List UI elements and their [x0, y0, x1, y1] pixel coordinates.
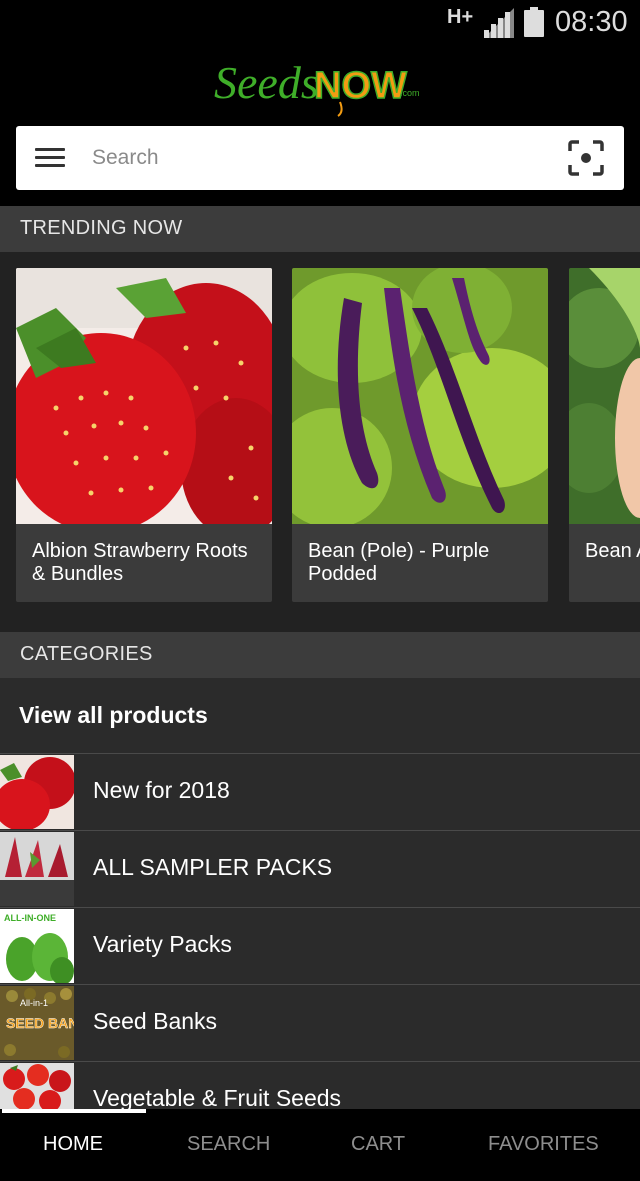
trending-card[interactable]: Bean (Pole) - Purple Podded [292, 268, 548, 602]
category-thumbnail: ALL-IN-ONE [0, 909, 74, 983]
svg-text:ALL-IN-ONE: ALL-IN-ONE [4, 913, 56, 923]
nav-favorites[interactable]: FAVORITES [488, 1133, 599, 1156]
category-label: New for 2018 [93, 777, 230, 803]
trending-header-label: TRENDING NOW [20, 217, 183, 239]
trending-card-title: Bean AGUA [585, 540, 640, 562]
nav-cart[interactable]: CART [351, 1133, 405, 1156]
svg-text:All-in-1: All-in-1 [20, 998, 48, 1008]
trending-card-title: Albion Strawberry Roots & Bundles [32, 540, 248, 585]
app-logo: Seeds NOW .com [0, 52, 640, 120]
trending-header: TRENDING NOW [0, 206, 640, 252]
category-thumbnail: All-in-1 SEED BANKS [0, 986, 74, 1060]
nav-search[interactable]: SEARCH [187, 1133, 270, 1156]
menu-icon[interactable] [35, 148, 65, 168]
category-item[interactable]: All-in-1 SEED BANKS Seed Banks [0, 985, 640, 1062]
svg-text:SEED BANKS: SEED BANKS [6, 1015, 74, 1031]
clock: 08:30 [555, 6, 628, 38]
category-item[interactable]: ALL-IN-ONE Variety Packs [0, 908, 640, 985]
category-thumbnail [0, 755, 74, 829]
category-label: Seed Banks [93, 1008, 218, 1034]
search-input[interactable] [92, 138, 532, 178]
categories-header-label: CATEGORIES [20, 643, 153, 665]
logo-suffix-text: .com [400, 88, 420, 98]
scan-icon[interactable] [568, 140, 604, 176]
signal-icon [484, 8, 514, 38]
active-tab-indicator [2, 1109, 146, 1113]
trending-card[interactable]: Bean AGUA [569, 268, 640, 602]
purple-bean-image [292, 268, 548, 524]
logo-now-text: NOW [314, 65, 407, 107]
category-label: Variety Packs [93, 931, 232, 957]
view-all-label: View all products [19, 702, 208, 728]
category-item[interactable]: ALL SAMPLER PACKS [0, 831, 640, 908]
categories-header: CATEGORIES [0, 632, 640, 678]
search-bar [16, 126, 624, 190]
network-type: H+ [447, 6, 474, 28]
category-item[interactable]: New for 2018 [0, 754, 640, 831]
category-thumbnail [0, 832, 74, 906]
trending-card[interactable]: Albion Strawberry Roots & Bundles [16, 268, 272, 602]
trending-card-title: Bean (Pole) - Purple Podded [308, 540, 490, 585]
category-label: ALL SAMPLER PACKS [93, 854, 333, 880]
logo-seeds-text: Seeds [214, 57, 319, 108]
battery-icon [524, 7, 544, 37]
view-all-products[interactable]: View all products [0, 678, 640, 754]
strawberry-image [16, 268, 272, 524]
bottom-nav: HOME SEARCH CART FAVORITES [0, 1109, 640, 1181]
status-bar: H+ 08:30 [0, 0, 640, 48]
category-label: Vegetable & Fruit Seeds [93, 1085, 342, 1111]
nav-home[interactable]: HOME [43, 1133, 103, 1156]
trending-carousel[interactable]: Albion Strawberry Roots & Bundles Bean (… [0, 252, 640, 632]
green-bean-image [569, 268, 640, 524]
